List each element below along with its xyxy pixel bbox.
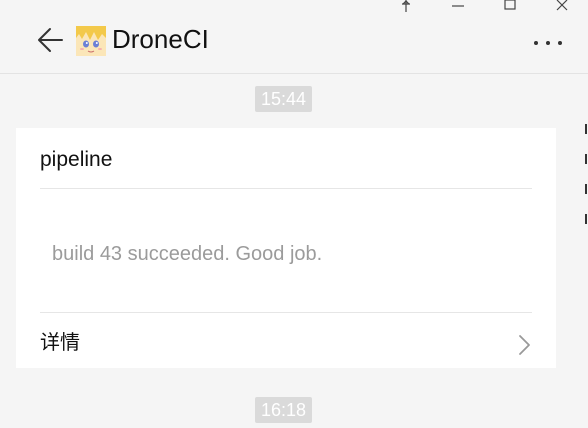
message-card[interactable]: pipeline build 43 succeeded. Good job. 详…: [16, 128, 556, 368]
chat-header: DroneCI: [0, 0, 588, 74]
card-body: build 43 succeeded. Good job.: [52, 243, 323, 265]
arrow-left-icon[interactable]: [36, 27, 64, 53]
details-label: 详情: [40, 332, 80, 354]
details-link[interactable]: 详情: [40, 314, 532, 356]
chat-window: DroneCI 15:44 pipeline build 43 succeede…: [0, 0, 588, 428]
card-divider: [40, 312, 532, 313]
timestamp: 15:44: [255, 86, 313, 112]
background-window-edge: [584, 120, 588, 240]
chevron-right-icon: [518, 334, 532, 356]
card-title: pipeline: [40, 148, 113, 171]
avatar[interactable]: [76, 26, 106, 56]
more-dots-icon[interactable]: [530, 36, 566, 50]
card-divider: [40, 188, 532, 189]
chat-title: DroneCI: [112, 24, 209, 54]
timestamp: 16:18: [255, 397, 313, 423]
